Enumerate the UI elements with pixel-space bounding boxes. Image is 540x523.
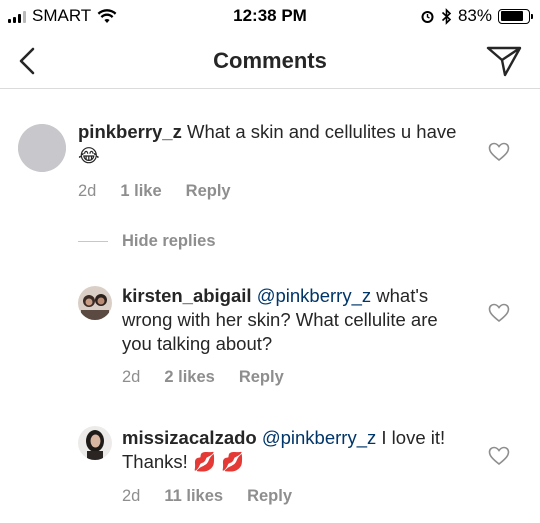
reply-username[interactable]: kirsten_abigail bbox=[122, 285, 252, 306]
laughing-emoji: 😂 bbox=[78, 145, 100, 166]
comment: pinkberry_z What a skin and cellulites u… bbox=[0, 90, 540, 230]
reply-likes[interactable]: 11 likes bbox=[164, 487, 223, 506]
reply-meta: 2d 11 likes Reply bbox=[122, 487, 292, 506]
hide-replies-toggle[interactable]: Hide replies bbox=[78, 232, 216, 251]
reply-button[interactable]: Reply bbox=[186, 182, 231, 201]
heart-icon[interactable] bbox=[488, 446, 510, 466]
reply-button[interactable]: Reply bbox=[239, 368, 284, 387]
divider bbox=[78, 241, 108, 242]
paper-plane-icon bbox=[486, 46, 522, 77]
hide-replies-label: Hide replies bbox=[122, 232, 216, 250]
battery-percent: 83% bbox=[457, 6, 492, 25]
reply-mention[interactable]: @pinkberry_z bbox=[262, 427, 376, 448]
heart-icon[interactable] bbox=[488, 303, 510, 323]
comment-body: What a skin and cellulites u have bbox=[187, 121, 457, 142]
comment-text: pinkberry_z What a skin and cellulites u… bbox=[78, 120, 458, 168]
reply-likes[interactable]: 2 likes bbox=[164, 368, 214, 387]
default-avatar-icon bbox=[18, 124, 66, 172]
status-bar: SMART 12:38 PM 83% bbox=[0, 0, 540, 34]
page-title: Comments bbox=[213, 48, 327, 73]
status-right: 83% bbox=[420, 6, 533, 26]
reply-mention[interactable]: @pinkberry_z bbox=[257, 285, 371, 306]
battery-icon bbox=[498, 8, 533, 24]
comment-username[interactable]: pinkberry_z bbox=[78, 121, 182, 142]
profile-photo bbox=[78, 286, 112, 320]
reply-time: 2d bbox=[122, 368, 141, 386]
comment-likes[interactable]: 1 like bbox=[120, 182, 161, 201]
reply-username[interactable]: missizacalzado bbox=[122, 427, 257, 448]
reply: kirsten_abigail @pinkberry_z what's wron… bbox=[0, 270, 540, 400]
nav-bar: Comments bbox=[0, 34, 540, 89]
profile-photo bbox=[78, 426, 112, 460]
alarm-icon bbox=[421, 10, 434, 23]
bluetooth-icon bbox=[441, 7, 452, 25]
battery-level bbox=[500, 11, 523, 21]
reply-text: missizacalzado @pinkberry_z I love it! T… bbox=[122, 426, 462, 474]
comment-time: 2d bbox=[78, 182, 97, 200]
avatar[interactable] bbox=[18, 124, 66, 172]
comment-meta: 2d 1 like Reply bbox=[78, 182, 231, 201]
share-button[interactable] bbox=[486, 45, 522, 77]
heart-icon[interactable] bbox=[488, 142, 510, 162]
reply-text: kirsten_abigail @pinkberry_z what's wron… bbox=[122, 284, 462, 356]
reply-button[interactable]: Reply bbox=[247, 487, 292, 506]
avatar[interactable] bbox=[78, 286, 112, 320]
kiss-emoji: 💋 💋 bbox=[192, 451, 245, 472]
reply: missizacalzado @pinkberry_z I love it! T… bbox=[0, 410, 540, 523]
reply-meta: 2d 2 likes Reply bbox=[122, 368, 284, 387]
avatar[interactable] bbox=[78, 426, 112, 460]
reply-time: 2d bbox=[122, 487, 141, 505]
